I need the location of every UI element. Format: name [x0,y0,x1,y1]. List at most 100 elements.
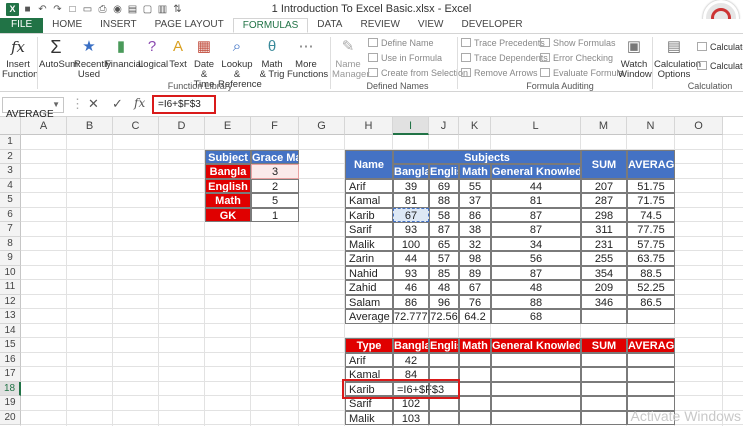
row-header-13[interactable]: 13 [0,309,21,324]
formula-input[interactable]: =I6+$F$3 [152,95,216,114]
second-data-cell[interactable] [491,352,581,367]
second-data-cell[interactable] [491,410,581,425]
main-data-cell[interactable]: 85 [429,265,459,280]
spreadsheet-grid[interactable]: A B C D E F G H I J K L M N O 1 2 3 4 5 6 7 8 9 10 11 12 13 14 15 16 17… [0,117,743,426]
main-name-cell[interactable]: Karib [345,207,393,222]
main-name-cell[interactable]: Nahid [345,265,393,280]
main-data-cell[interactable]: 48 [491,280,581,295]
row-header-16[interactable]: 16 [0,352,21,367]
main-data-cell[interactable]: 89 [459,265,491,280]
main-header-sum[interactable]: SUM [581,149,627,179]
row-header-6[interactable]: 6 [0,207,21,222]
define-name-button[interactable]: Define Name [368,38,434,48]
row-header-5[interactable]: 5 [0,193,21,208]
average-row-cell[interactable]: 68 [491,309,581,324]
second-name-cell[interactable]: Malik [345,410,393,425]
trace-precedents-button[interactable]: Trace Precedents [461,38,545,48]
main-data-cell[interactable]: 52.25 [627,280,675,295]
calculation-options-button[interactable]: ▤ Calculation Options [654,36,701,80]
financial-button[interactable]: ▮ Financial [105,36,143,70]
main-data-cell[interactable]: 55 [459,178,491,193]
row-header-10[interactable]: 10 [0,265,21,280]
main-data-cell[interactable]: 93 [393,265,429,280]
tab-formulas[interactable]: FORMULAS [232,18,309,33]
tab-insert[interactable]: INSERT [91,18,146,33]
second-data-cell[interactable] [581,396,627,411]
main-data-cell[interactable]: 86.5 [627,294,675,309]
main-data-cell[interactable]: 96 [429,294,459,309]
main-data-cell[interactable]: 87 [491,265,581,280]
tab-home[interactable]: HOME [43,18,91,33]
column-header-j[interactable]: J [429,117,459,135]
row-header-4[interactable]: 4 [0,178,21,193]
second-data-cell[interactable] [581,367,627,382]
second-header-cell[interactable]: Bangla [393,338,429,353]
row-header-19[interactable]: 19 [0,396,21,411]
main-data-cell[interactable]: 77.75 [627,222,675,237]
main-data-cell[interactable]: 87 [429,222,459,237]
enter-icon[interactable]: ✓ [112,96,123,112]
second-data-cell[interactable] [627,352,675,367]
average-row-cell[interactable] [581,309,627,324]
use-in-formula-button[interactable]: Use in Formula [368,53,442,63]
row-header-1[interactable]: 1 [0,135,21,150]
row-header-18[interactable]: 18 [0,381,21,396]
main-data-cell[interactable]: 57.75 [627,236,675,251]
second-data-cell[interactable] [459,352,491,367]
grace-value[interactable]: 5 [251,193,299,208]
second-data-cell[interactable] [459,396,491,411]
main-data-cell[interactable]: 34 [491,236,581,251]
text-button[interactable]: A Text [167,36,189,70]
main-data-cell[interactable]: 93 [393,222,429,237]
row-header-20[interactable]: 20 [0,410,21,425]
column-header-a[interactable]: A [21,117,67,135]
second-data-cell[interactable] [581,381,627,396]
tab-file[interactable]: FILE [0,18,44,33]
average-row-cell[interactable]: 72.7778 [393,309,429,324]
column-header-b[interactable]: B [67,117,113,135]
grace-subject[interactable]: English [205,178,251,193]
second-name-cell[interactable]: Arif [345,352,393,367]
second-header-cell[interactable]: SUM [581,338,627,353]
main-data-cell[interactable]: 76 [459,294,491,309]
main-data-cell[interactable]: 88 [491,294,581,309]
row-header-15[interactable]: 15 [0,338,21,353]
grace-subject[interactable]: Bangla [205,164,251,179]
main-header-subject[interactable]: English [429,164,459,179]
tab-page-layout[interactable]: PAGE LAYOUT [146,18,233,33]
calculate-sheet-button[interactable]: Calculate [697,61,743,71]
second-data-cell[interactable] [459,410,491,425]
row-header-12[interactable]: 12 [0,294,21,309]
grace-value[interactable]: 1 [251,207,299,222]
main-data-cell[interactable]: 67 [393,207,429,222]
row-header-9[interactable]: 9 [0,251,21,266]
column-header-f[interactable]: F [251,117,299,135]
grace-value[interactable]: 3 [251,164,299,179]
second-data-cell[interactable] [627,381,675,396]
second-header-cell[interactable]: English [429,338,459,353]
remove-arrows-button[interactable]: Remove Arrows [461,68,538,78]
column-header-g[interactable]: G [299,117,345,135]
grace-header-mark[interactable]: Grace Mark [251,149,299,164]
main-data-cell[interactable]: 311 [581,222,627,237]
second-header-cell[interactable]: Math [459,338,491,353]
column-header-n[interactable]: N [627,117,675,135]
column-header-d[interactable]: D [159,117,205,135]
main-name-cell[interactable]: Malik [345,236,393,251]
second-data-cell[interactable] [581,352,627,367]
main-data-cell[interactable]: 37 [459,193,491,208]
average-row-cell[interactable]: 72.56 [429,309,459,324]
trace-dependents-button[interactable]: Trace Dependents [461,53,548,63]
main-data-cell[interactable]: 48 [429,280,459,295]
second-data-cell[interactable] [429,410,459,425]
main-data-cell[interactable]: 88 [429,193,459,208]
tab-data[interactable]: DATA [308,18,351,33]
main-data-cell[interactable]: 255 [581,251,627,266]
create-from-selection-button[interactable]: Create from Selection [368,68,468,78]
tab-view[interactable]: VIEW [409,18,453,33]
main-data-cell[interactable]: 57 [429,251,459,266]
main-data-cell[interactable]: 86 [393,294,429,309]
column-header-k[interactable]: K [459,117,491,135]
second-data-cell[interactable]: 103 [393,410,429,425]
main-name-cell[interactable]: Arif [345,178,393,193]
